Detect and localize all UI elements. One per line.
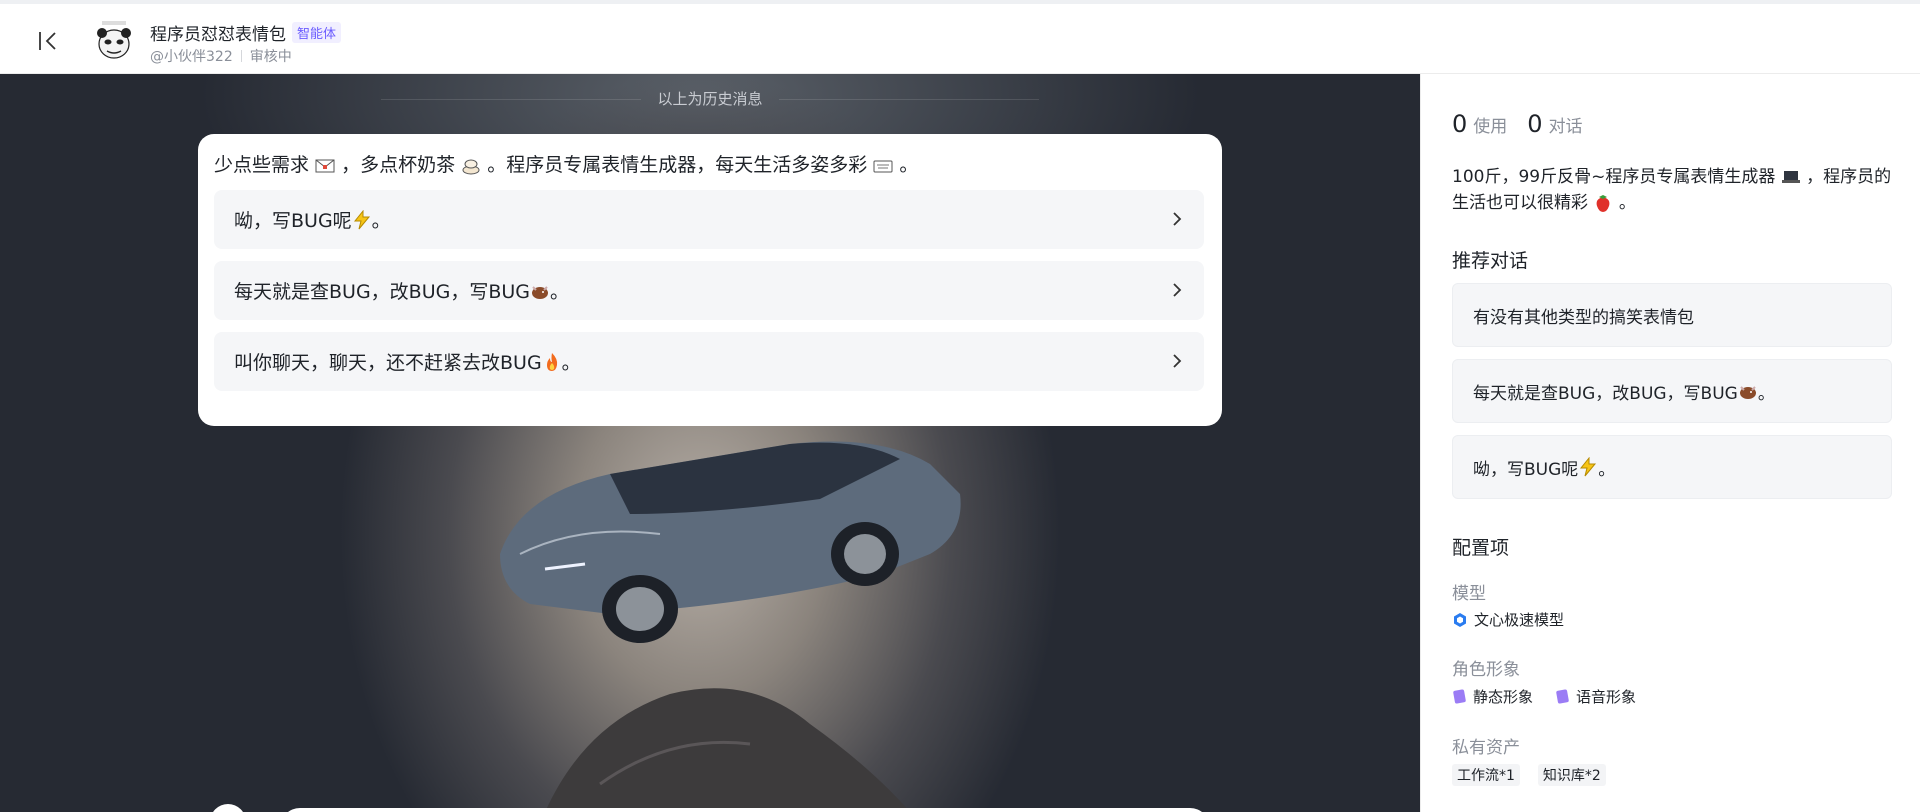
recommend-tail: 。 — [1757, 383, 1775, 404]
welcome-text-1: 少点些需求 — [214, 154, 310, 176]
recommend-tail: 。 — [1598, 459, 1616, 480]
suggestion-item[interactable]: 每天就是查BUG，改BUG，写BUG 。 — [214, 261, 1204, 320]
persona-label: 角色形象 — [1452, 660, 1520, 680]
chat-area: 以上为历史消息 少点些需求 ，多点杯奶茶 。程序员专属表情生成器，每天生活多姿多… — [0, 74, 1420, 812]
bull-emoji-icon — [1739, 386, 1756, 399]
assets-label: 私有资产 — [1452, 738, 1520, 758]
chevron-right-icon — [1173, 354, 1182, 368]
uses-count: 0 — [1452, 110, 1468, 138]
persona-static-label: 静态形象 — [1473, 688, 1534, 706]
recommended-dialog-item[interactable]: 有没有其他类型的搞笑表情包 — [1452, 283, 1892, 347]
chevron-right-icon — [1173, 283, 1182, 297]
agent-info-panel: 0 使用 0 对话 100斤，99斤反骨~程序员专属表情生成器 ，程序员的生活也… — [1420, 74, 1920, 812]
welcome-text-4: 。 — [899, 154, 919, 176]
input-action-button[interactable] — [210, 804, 246, 812]
laptop-emoji-icon — [1781, 171, 1800, 183]
collapse-back-icon[interactable] — [36, 28, 62, 54]
usage-stats: 0 使用 0 对话 — [1452, 110, 1597, 138]
agent-description: 100斤，99斤反骨~程序员专属表情生成器 ，程序员的生活也可以很精彩 。 — [1452, 164, 1892, 216]
agent-title: 程序员怼怼表情包 — [150, 25, 286, 45]
assets-row: 工作流*1 知识库*2 — [1452, 764, 1618, 786]
model-label: 模型 — [1452, 584, 1486, 604]
suggestion-text: 叫你聊天，聊天，还不赶紧去改BUG — [234, 352, 542, 374]
persona-voice-label: 语音形象 — [1576, 688, 1637, 706]
background-rock-image — [545, 688, 910, 812]
strawberry-emoji-icon — [1597, 195, 1610, 212]
suggestion-tail: 。 — [550, 281, 570, 303]
suggestion-text: 呦，写BUG呢 — [234, 210, 352, 232]
uses-label: 使用 — [1473, 117, 1508, 137]
agent-badge: 智能体 — [292, 22, 342, 43]
static-persona-icon — [1453, 689, 1466, 704]
welcome-card: 少点些需求 ，多点杯奶茶 。程序员专属表情生成器，每天生活多姿多彩 。 呦，写B… — [198, 134, 1222, 426]
knowledge-tag[interactable]: 知识库*2 — [1537, 764, 1606, 786]
recommended-dialog-item[interactable]: 每天就是查BUG，改BUG，写BUG 。 — [1452, 359, 1892, 423]
welcome-text-3: 。程序员专属表情生成器，每天生活多姿多彩 — [487, 154, 868, 176]
fire-emoji-icon — [546, 352, 557, 371]
recommend-text: 有没有其他类型的搞笑表情包 — [1473, 307, 1694, 328]
model-logo-icon — [1454, 612, 1466, 627]
recommended-dialog-item[interactable]: 呦，写BUG呢 。 — [1452, 435, 1892, 499]
suggestion-tail: 。 — [561, 352, 581, 374]
review-status: 审核中 — [249, 49, 292, 65]
divider — [240, 50, 242, 62]
suggestion-tail: 。 — [371, 210, 391, 232]
chevron-right-icon — [1173, 212, 1182, 226]
model-value: 文心极速模型 — [1474, 611, 1565, 629]
chats-count: 0 — [1527, 110, 1543, 138]
author-handle[interactable]: @小伙伴322 — [150, 46, 233, 66]
recommend-text: 每天就是查BUG，改BUG，写BUG — [1473, 383, 1738, 404]
milk-tea-emoji-icon — [462, 159, 480, 174]
app-header: 程序员怼怼表情包 智能体 @小伙伴322 审核中 — [0, 0, 1920, 74]
chat-input[interactable] — [280, 808, 1210, 812]
history-divider: 以上为历史消息 — [0, 88, 1420, 109]
bull-emoji-icon — [532, 285, 548, 299]
persona-row: 静态形象 语音形象 — [1452, 686, 1652, 707]
background-car-image — [500, 441, 961, 643]
agent-avatar — [92, 18, 136, 64]
persona-static-chip[interactable]: 静态形象 — [1452, 686, 1533, 707]
recommend-title: 推荐对话 — [1452, 250, 1529, 272]
welcome-message: 少点些需求 ，多点杯奶茶 。程序员专属表情生成器，每天生活多姿多彩 。 — [214, 152, 1206, 178]
lightning-emoji-icon — [1580, 457, 1597, 477]
suggestion-text: 每天就是查BUG，改BUG，写BUG — [234, 281, 530, 303]
welcome-text-2: ，多点杯奶茶 — [341, 154, 456, 176]
suggestion-item[interactable]: 叫你聊天，聊天，还不赶紧去改BUG 。 — [214, 332, 1204, 391]
description-text-3: 。 — [1618, 193, 1636, 213]
envelope-emoji-icon — [315, 159, 335, 172]
persona-voice-chip[interactable]: 语音形象 — [1555, 686, 1636, 707]
model-row: 文心极速模型 — [1452, 609, 1564, 630]
suggestion-item[interactable]: 呦，写BUG呢 。 — [214, 190, 1204, 249]
keyboard-emoji-icon — [873, 160, 893, 172]
workflow-tag[interactable]: 工作流*1 — [1452, 764, 1520, 786]
description-text-1: 100斤，99斤反骨~程序员专属表情生成器 — [1452, 167, 1776, 187]
recommend-text: 呦，写BUG呢 — [1473, 459, 1579, 480]
config-title: 配置项 — [1452, 537, 1510, 559]
chats-label: 对话 — [1548, 117, 1583, 137]
voice-persona-icon — [1556, 689, 1569, 704]
lightning-emoji-icon — [353, 209, 370, 229]
